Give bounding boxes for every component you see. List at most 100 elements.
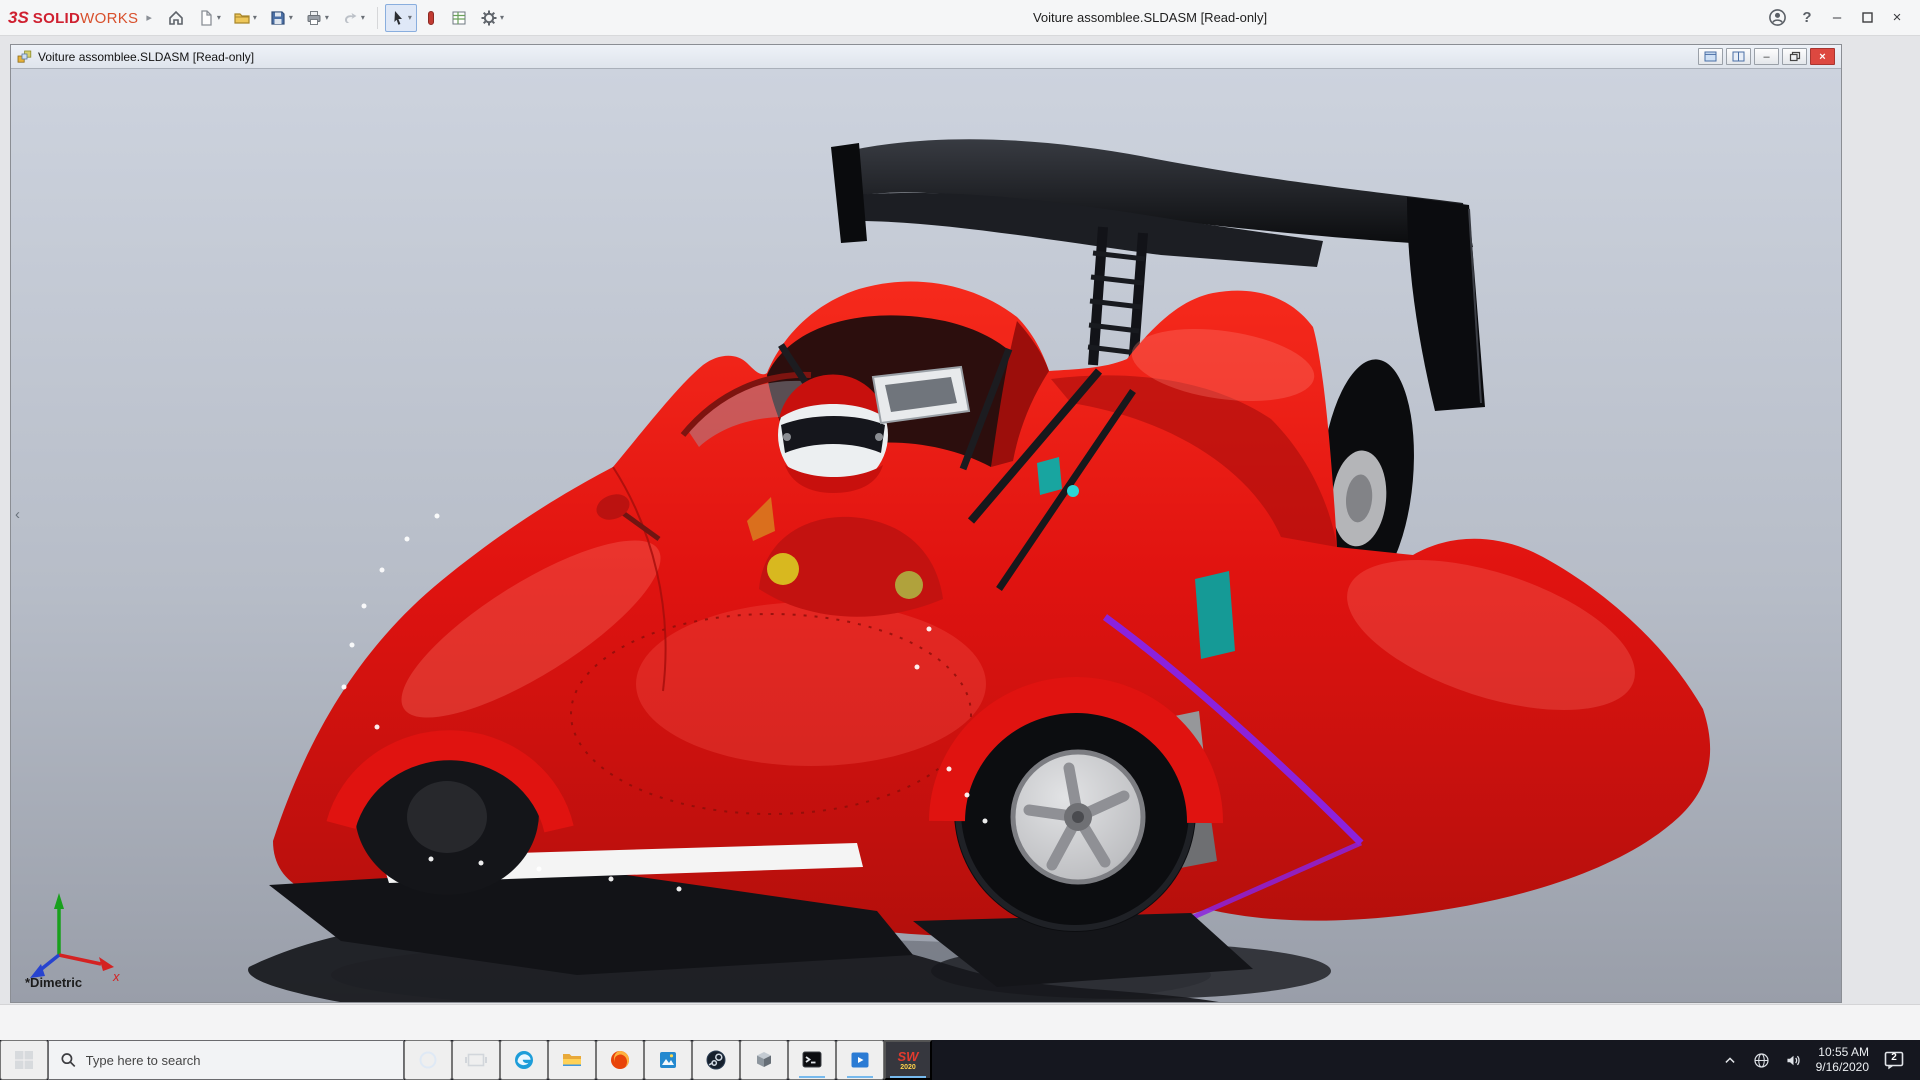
window-maximize-button[interactable] bbox=[1852, 0, 1882, 36]
system-tray: 10:55 AM 9/16/2020 2 bbox=[1721, 1040, 1920, 1080]
action-center-button[interactable]: 2 bbox=[1882, 1048, 1906, 1072]
solidworks-taskbar-icon: SW 2020 bbox=[897, 1048, 919, 1071]
assembly-document-icon bbox=[17, 50, 32, 63]
cortana-icon bbox=[419, 1051, 437, 1069]
driver-collar-left bbox=[767, 553, 799, 585]
print-button[interactable]: ▾ bbox=[300, 4, 334, 32]
save-button[interactable]: ▾ bbox=[264, 4, 298, 32]
dropdown-caret-icon[interactable]: ▾ bbox=[500, 13, 504, 22]
windows-taskbar: SW 2020 10:55 AM 9/16/2020 bbox=[0, 1040, 1920, 1080]
network-globe-icon bbox=[1754, 1052, 1769, 1068]
dropdown-caret-icon[interactable]: ▾ bbox=[408, 13, 412, 22]
taskbar-app-photos[interactable] bbox=[644, 1040, 692, 1080]
menu-flyout-arrow-icon[interactable]: ▸ bbox=[146, 11, 152, 24]
teal-window bbox=[1195, 571, 1235, 659]
maximize-icon bbox=[1861, 12, 1873, 23]
dropdown-caret-icon[interactable]: ▾ bbox=[361, 13, 365, 22]
network-button[interactable] bbox=[1752, 1051, 1771, 1070]
speaker-icon bbox=[1787, 1055, 1800, 1065]
select-cursor-icon bbox=[394, 10, 402, 25]
open-folder-icon bbox=[234, 12, 250, 24]
taskbar-search[interactable] bbox=[48, 1040, 404, 1080]
taskbar-app-edge[interactable] bbox=[500, 1040, 548, 1080]
taskbar-app-steam[interactable] bbox=[692, 1040, 740, 1080]
split-view-icon bbox=[1732, 51, 1745, 62]
taskbar-app-cortana[interactable] bbox=[404, 1040, 452, 1080]
steam-icon bbox=[706, 1050, 726, 1070]
cowl-highlight bbox=[636, 602, 986, 766]
taskbar-app-file-explorer[interactable] bbox=[548, 1040, 596, 1080]
document-titlebar[interactable]: Voiture assomblee.SLDASM [Read-only] – × bbox=[11, 45, 1841, 69]
wing-right-endplate bbox=[1407, 197, 1485, 411]
dropdown-caret-icon[interactable]: ▾ bbox=[253, 13, 257, 22]
select-tool-button[interactable]: ▾ bbox=[384, 3, 417, 32]
print-icon bbox=[307, 10, 321, 25]
design-table-button[interactable] bbox=[445, 4, 473, 32]
windows-logo-icon bbox=[15, 1051, 33, 1069]
notification-count-badge: 2 bbox=[1891, 1052, 1897, 1063]
start-button[interactable] bbox=[0, 1040, 48, 1080]
options-gear-icon bbox=[481, 10, 497, 25]
tray-overflow-button[interactable] bbox=[1721, 1051, 1739, 1069]
dassault-mark: 3S bbox=[8, 7, 29, 27]
rebuild-tool-icon bbox=[427, 10, 434, 25]
rebuild-tool-button[interactable] bbox=[419, 4, 443, 32]
solidworks-logo: 3S SOLID WORKS bbox=[8, 7, 139, 27]
desktop: { "app": { "brand": { "mark": "3S", "sol… bbox=[0, 0, 1920, 1080]
search-input[interactable] bbox=[85, 1052, 392, 1068]
new-document-icon bbox=[201, 9, 212, 26]
help-button[interactable]: ? bbox=[1792, 3, 1822, 33]
doc-minimize-button[interactable]: – bbox=[1754, 48, 1779, 65]
doc-toolbar-button-1[interactable] bbox=[1698, 48, 1723, 65]
firefox-icon bbox=[611, 1051, 629, 1069]
doc-restore-button[interactable] bbox=[1782, 48, 1807, 65]
open-button[interactable]: ▾ bbox=[228, 4, 262, 32]
window-minimize-button[interactable]: – bbox=[1822, 0, 1852, 36]
taskbar-app-terminal[interactable] bbox=[788, 1040, 836, 1080]
titlebar-right-controls: ? – × bbox=[1762, 0, 1912, 36]
home-button[interactable] bbox=[162, 4, 190, 32]
design-table-icon bbox=[452, 11, 466, 24]
tray-date: 9/16/2020 bbox=[1815, 1060, 1869, 1074]
doc-close-button[interactable]: × bbox=[1810, 48, 1835, 65]
dropdown-caret-icon[interactable]: ▾ bbox=[289, 13, 293, 22]
dropdown-caret-icon[interactable]: ▾ bbox=[217, 13, 221, 22]
file-explorer-icon bbox=[563, 1054, 581, 1066]
teal-vent bbox=[1037, 457, 1062, 495]
edge-icon bbox=[515, 1051, 533, 1069]
taskbar-app-task-view[interactable] bbox=[452, 1040, 500, 1080]
status-bar bbox=[0, 1004, 1920, 1040]
graphics-viewport[interactable]: x ‹ *Dimetric bbox=[11, 69, 1841, 1002]
account-button[interactable] bbox=[1762, 3, 1792, 33]
cyan-dot bbox=[1067, 485, 1079, 497]
undo-button[interactable]: ▾ bbox=[336, 4, 370, 32]
help-icon: ? bbox=[1802, 9, 1812, 26]
document-title: Voiture assomblee.SLDASM [Read-only] bbox=[38, 49, 255, 64]
app-titlebar: 3S SOLID WORKS ▸ ▾ ▾ ▾ ▾ ▾ ▾ ▾ Voiture a… bbox=[0, 0, 1920, 36]
new-document-button[interactable]: ▾ bbox=[192, 4, 226, 32]
media-player-icon bbox=[851, 1052, 869, 1068]
doc-toolbar-button-2[interactable] bbox=[1726, 48, 1751, 65]
chevron-up-icon bbox=[1724, 1057, 1735, 1063]
undo-icon bbox=[344, 12, 357, 23]
volume-button[interactable] bbox=[1784, 1051, 1803, 1070]
panel-collapse-arrow[interactable]: ‹ bbox=[11, 499, 24, 529]
quick-access-toolbar: ▾ ▾ ▾ ▾ ▾ ▾ ▾ bbox=[162, 3, 509, 32]
clock[interactable]: 10:55 AM 9/16/2020 bbox=[1816, 1045, 1869, 1075]
window-close-button[interactable]: × bbox=[1882, 0, 1912, 36]
dropdown-caret-icon[interactable]: ▾ bbox=[325, 13, 329, 22]
document-window-buttons: – × bbox=[1695, 48, 1835, 65]
edrawings-cube-icon bbox=[757, 1052, 771, 1067]
user-avatar-icon bbox=[1768, 9, 1786, 26]
3d-scene-canvas[interactable]: x bbox=[11, 69, 1841, 1002]
options-button[interactable]: ▾ bbox=[475, 4, 509, 32]
home-icon bbox=[169, 10, 183, 25]
app-window-title: Voiture assomblee.SLDASM [Read-only] bbox=[1032, 10, 1268, 25]
save-icon bbox=[271, 10, 285, 25]
tray-time: 10:55 AM bbox=[1818, 1045, 1869, 1059]
taskbar-app-edrawings[interactable] bbox=[740, 1040, 788, 1080]
taskbar-app-solidworks[interactable]: SW 2020 bbox=[884, 1040, 932, 1080]
taskbar-app-media-player[interactable] bbox=[836, 1040, 884, 1080]
taskbar-app-firefox[interactable] bbox=[596, 1040, 644, 1080]
axis-x-label: x bbox=[112, 969, 120, 984]
